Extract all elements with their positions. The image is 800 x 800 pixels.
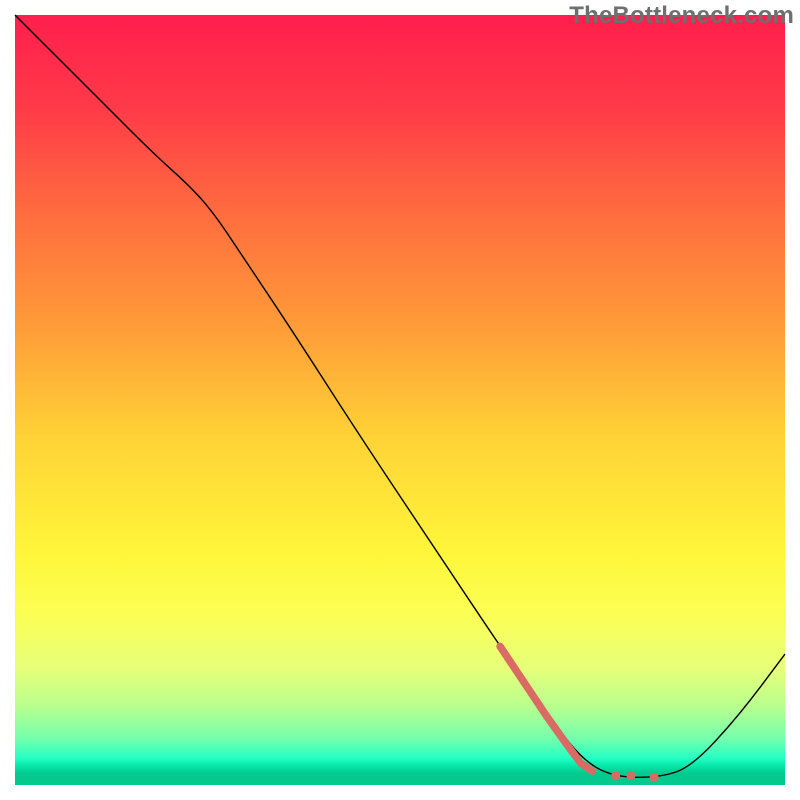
watermark-label: TheBottleneck.com xyxy=(569,2,794,30)
highlight-dot xyxy=(611,771,620,780)
bottleneck-chart xyxy=(0,0,800,800)
highlight-dot xyxy=(650,773,659,782)
chart-container: TheBottleneck.com xyxy=(0,0,800,800)
highlight-dot xyxy=(627,771,636,780)
